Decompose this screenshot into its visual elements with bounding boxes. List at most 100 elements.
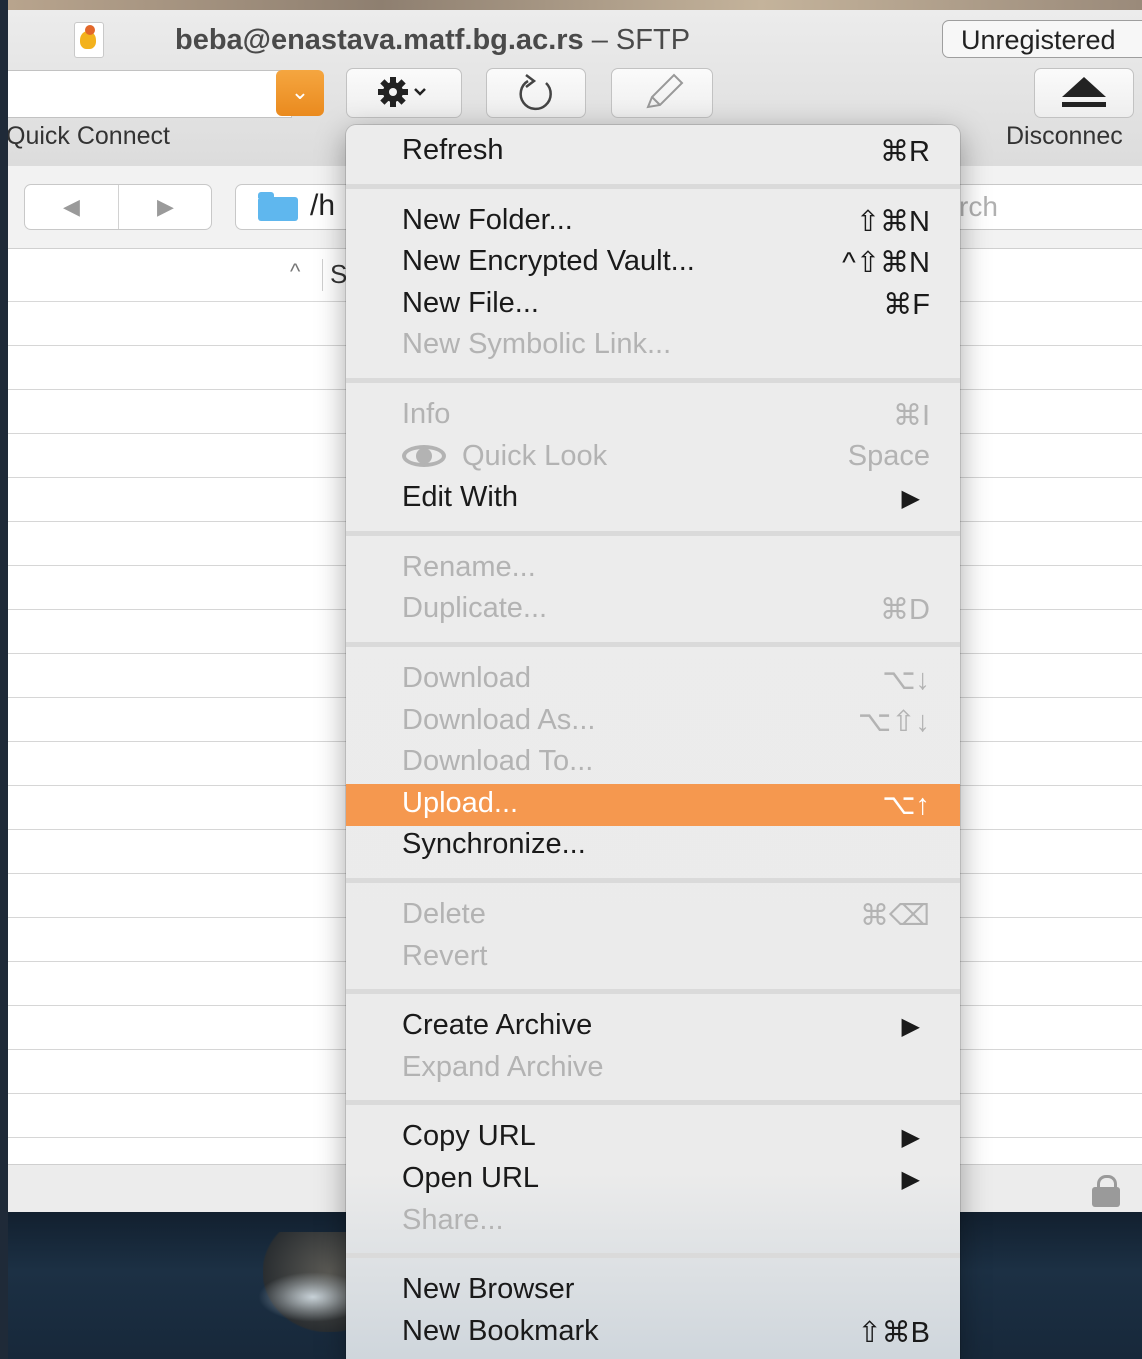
menu-item-shortcut: ⇧⌘B: [857, 1317, 930, 1349]
menu-item-label: New File...: [402, 287, 539, 320]
menu-separator: [346, 878, 960, 883]
menu-item-new-symbolic-link[interactable]: New Symbolic Link...: [346, 325, 960, 367]
menu-item-label: New Folder...: [402, 204, 573, 237]
disconnect-button[interactable]: [1034, 68, 1134, 118]
quick-connect-input[interactable]: [8, 70, 292, 118]
menu-item-text: Quick Look: [462, 440, 608, 472]
menu-item-label: Duplicate...: [402, 592, 547, 625]
quick-connect-dropdown[interactable]: ⌄: [276, 70, 324, 116]
pencil-icon: [646, 73, 684, 109]
menu-separator: [346, 183, 960, 189]
menu-item-label: Open URL: [402, 1162, 539, 1195]
menu-item-shortcut: ⌘I: [892, 400, 930, 432]
menu-item-open-url[interactable]: Open URL ▶: [346, 1159, 960, 1201]
back-button[interactable]: ◀: [25, 185, 118, 229]
menu-item-label: Upload...: [402, 787, 518, 820]
menu-item-label: Create Archive: [402, 1009, 592, 1042]
menu-item-text: Delete: [402, 898, 486, 930]
gear-icon: [378, 77, 426, 107]
menu-item-label: Expand Archive: [402, 1051, 604, 1084]
menu-item-text: New Encrypted Vault...: [402, 245, 695, 277]
menu-item-text: Edit With: [402, 481, 519, 513]
column-separator[interactable]: [322, 259, 323, 291]
back-forward-control: ◀ ▶: [24, 184, 212, 230]
menu-item-revert[interactable]: Revert: [346, 937, 960, 979]
menu-item-text: Create Archive: [402, 1009, 593, 1041]
lock-icon[interactable]: [1092, 1175, 1120, 1207]
window-title: beba@enastava.matf.bg.ac.rs – SFTP: [175, 24, 690, 57]
menu-item-new-browser[interactable]: New Browser: [346, 1270, 960, 1312]
unregistered-button[interactable]: Unregistered: [942, 20, 1142, 58]
menu-item-label: Download: [402, 662, 531, 695]
menu-item-synchronize[interactable]: Synchronize...: [346, 825, 960, 867]
menu-item-delete[interactable]: Delete ⌘⌫: [346, 895, 960, 937]
eye-icon: [402, 443, 450, 469]
menu-item-download[interactable]: Download ⌥↓: [346, 659, 960, 701]
window-title-host: beba@enastava.matf.bg.ac.rs: [175, 24, 584, 56]
menu-item-download-to[interactable]: Download To...: [346, 742, 960, 784]
menu-item-text: New Symbolic Link...: [402, 328, 672, 360]
menu-separator: [346, 642, 960, 647]
refresh-button[interactable]: [486, 68, 586, 118]
menu-item-text: Upload...: [402, 787, 519, 819]
document-proxy-icon[interactable]: [74, 22, 104, 58]
menu-item-label: Rename...: [402, 551, 536, 584]
menu-item-label: Delete: [402, 898, 486, 931]
search-input[interactable]: rch: [928, 184, 1142, 230]
menu-item-new-bookmark[interactable]: New Bookmark ⇧⌘B: [346, 1312, 960, 1354]
menu-item-text: Revert: [402, 940, 488, 972]
menu-item-share[interactable]: Share...: [346, 1201, 960, 1243]
forward-button[interactable]: ▶: [119, 185, 212, 229]
menu-item-shortcut: ⌘R: [880, 136, 930, 168]
menu-item-copy-url[interactable]: Copy URL ▶: [346, 1117, 960, 1159]
menu-item-shortcut: ⇧⌘N: [855, 206, 930, 238]
menu-item-duplicate[interactable]: Duplicate... ⌘D: [346, 589, 960, 631]
menu-item-text: Duplicate...: [402, 592, 548, 624]
menu-item-new-file[interactable]: New File... ⌘F: [346, 284, 960, 326]
submenu-arrow-icon: ▶: [901, 1166, 920, 1193]
search-placeholder: rch: [959, 191, 998, 222]
menu-separator: [346, 530, 960, 536]
menu-item-label: Copy URL: [402, 1120, 536, 1153]
menu-separator: [346, 1100, 960, 1106]
menu-item-rename[interactable]: Rename...: [346, 548, 960, 590]
menu-item-shortcut: ⌘F: [883, 289, 930, 321]
submenu-arrow-icon: ▶: [901, 1124, 920, 1151]
menu-item-text: New Browser: [402, 1273, 575, 1305]
column-header-label[interactable]: S: [330, 259, 347, 290]
menu-item-expand-archive[interactable]: Expand Archive: [346, 1048, 960, 1090]
menu-item-label: Download As...: [402, 704, 595, 737]
path-text: /h: [310, 189, 336, 222]
menu-item-upload[interactable]: Upload... ⌥↑: [346, 784, 960, 826]
menu-item-label: Revert: [402, 940, 487, 973]
title-bar: beba@enastava.matf.bg.ac.rs – SFTP Unreg…: [8, 18, 1142, 58]
menu-item-text: New Folder...: [402, 204, 573, 236]
menu-item-shortcut: ⌘⌫: [859, 900, 930, 932]
menu-item-label: Download To...: [402, 745, 593, 778]
menu-item-create-archive[interactable]: Create Archive ▶: [346, 1006, 960, 1048]
action-button[interactable]: [346, 68, 462, 118]
menu-item-label: Synchronize...: [402, 828, 586, 861]
menu-item-label: Info: [402, 398, 450, 431]
menu-separator: [346, 378, 960, 383]
eject-icon: [1062, 77, 1106, 107]
menu-item-text: Synchronize...: [402, 828, 586, 860]
edit-button[interactable]: [611, 68, 713, 118]
menu-item-info[interactable]: Info ⌘I: [346, 395, 960, 437]
menu-item-new-folder[interactable]: New Folder... ⇧⌘N: [346, 201, 960, 243]
sort-ascending-icon[interactable]: ^: [290, 259, 300, 285]
menu-item-shortcut: ⌥↑: [882, 789, 930, 821]
menu-item-label: New Symbolic Link...: [402, 328, 671, 361]
menu-item-refresh[interactable]: Refresh ⌘R: [346, 131, 960, 173]
menu-item-text: Refresh: [402, 134, 504, 166]
menu-item-edit-with[interactable]: Edit With ▶: [346, 478, 960, 520]
menu-item-text: Copy URL: [402, 1120, 536, 1152]
desktop-edge: [0, 0, 8, 1359]
menu-item-shortcut: ⌘D: [880, 594, 930, 626]
menu-item-new-encrypted-vault[interactable]: New Encrypted Vault... ^⇧⌘N: [346, 242, 960, 284]
folder-icon: [258, 192, 298, 221]
menu-item-download-as[interactable]: Download As... ⌥⇧↓: [346, 701, 960, 743]
menu-item-text: New Bookmark: [402, 1315, 599, 1347]
menu-item-label: Edit With: [402, 481, 518, 514]
menu-item-quick-look[interactable]: Quick Look Space: [346, 437, 960, 479]
